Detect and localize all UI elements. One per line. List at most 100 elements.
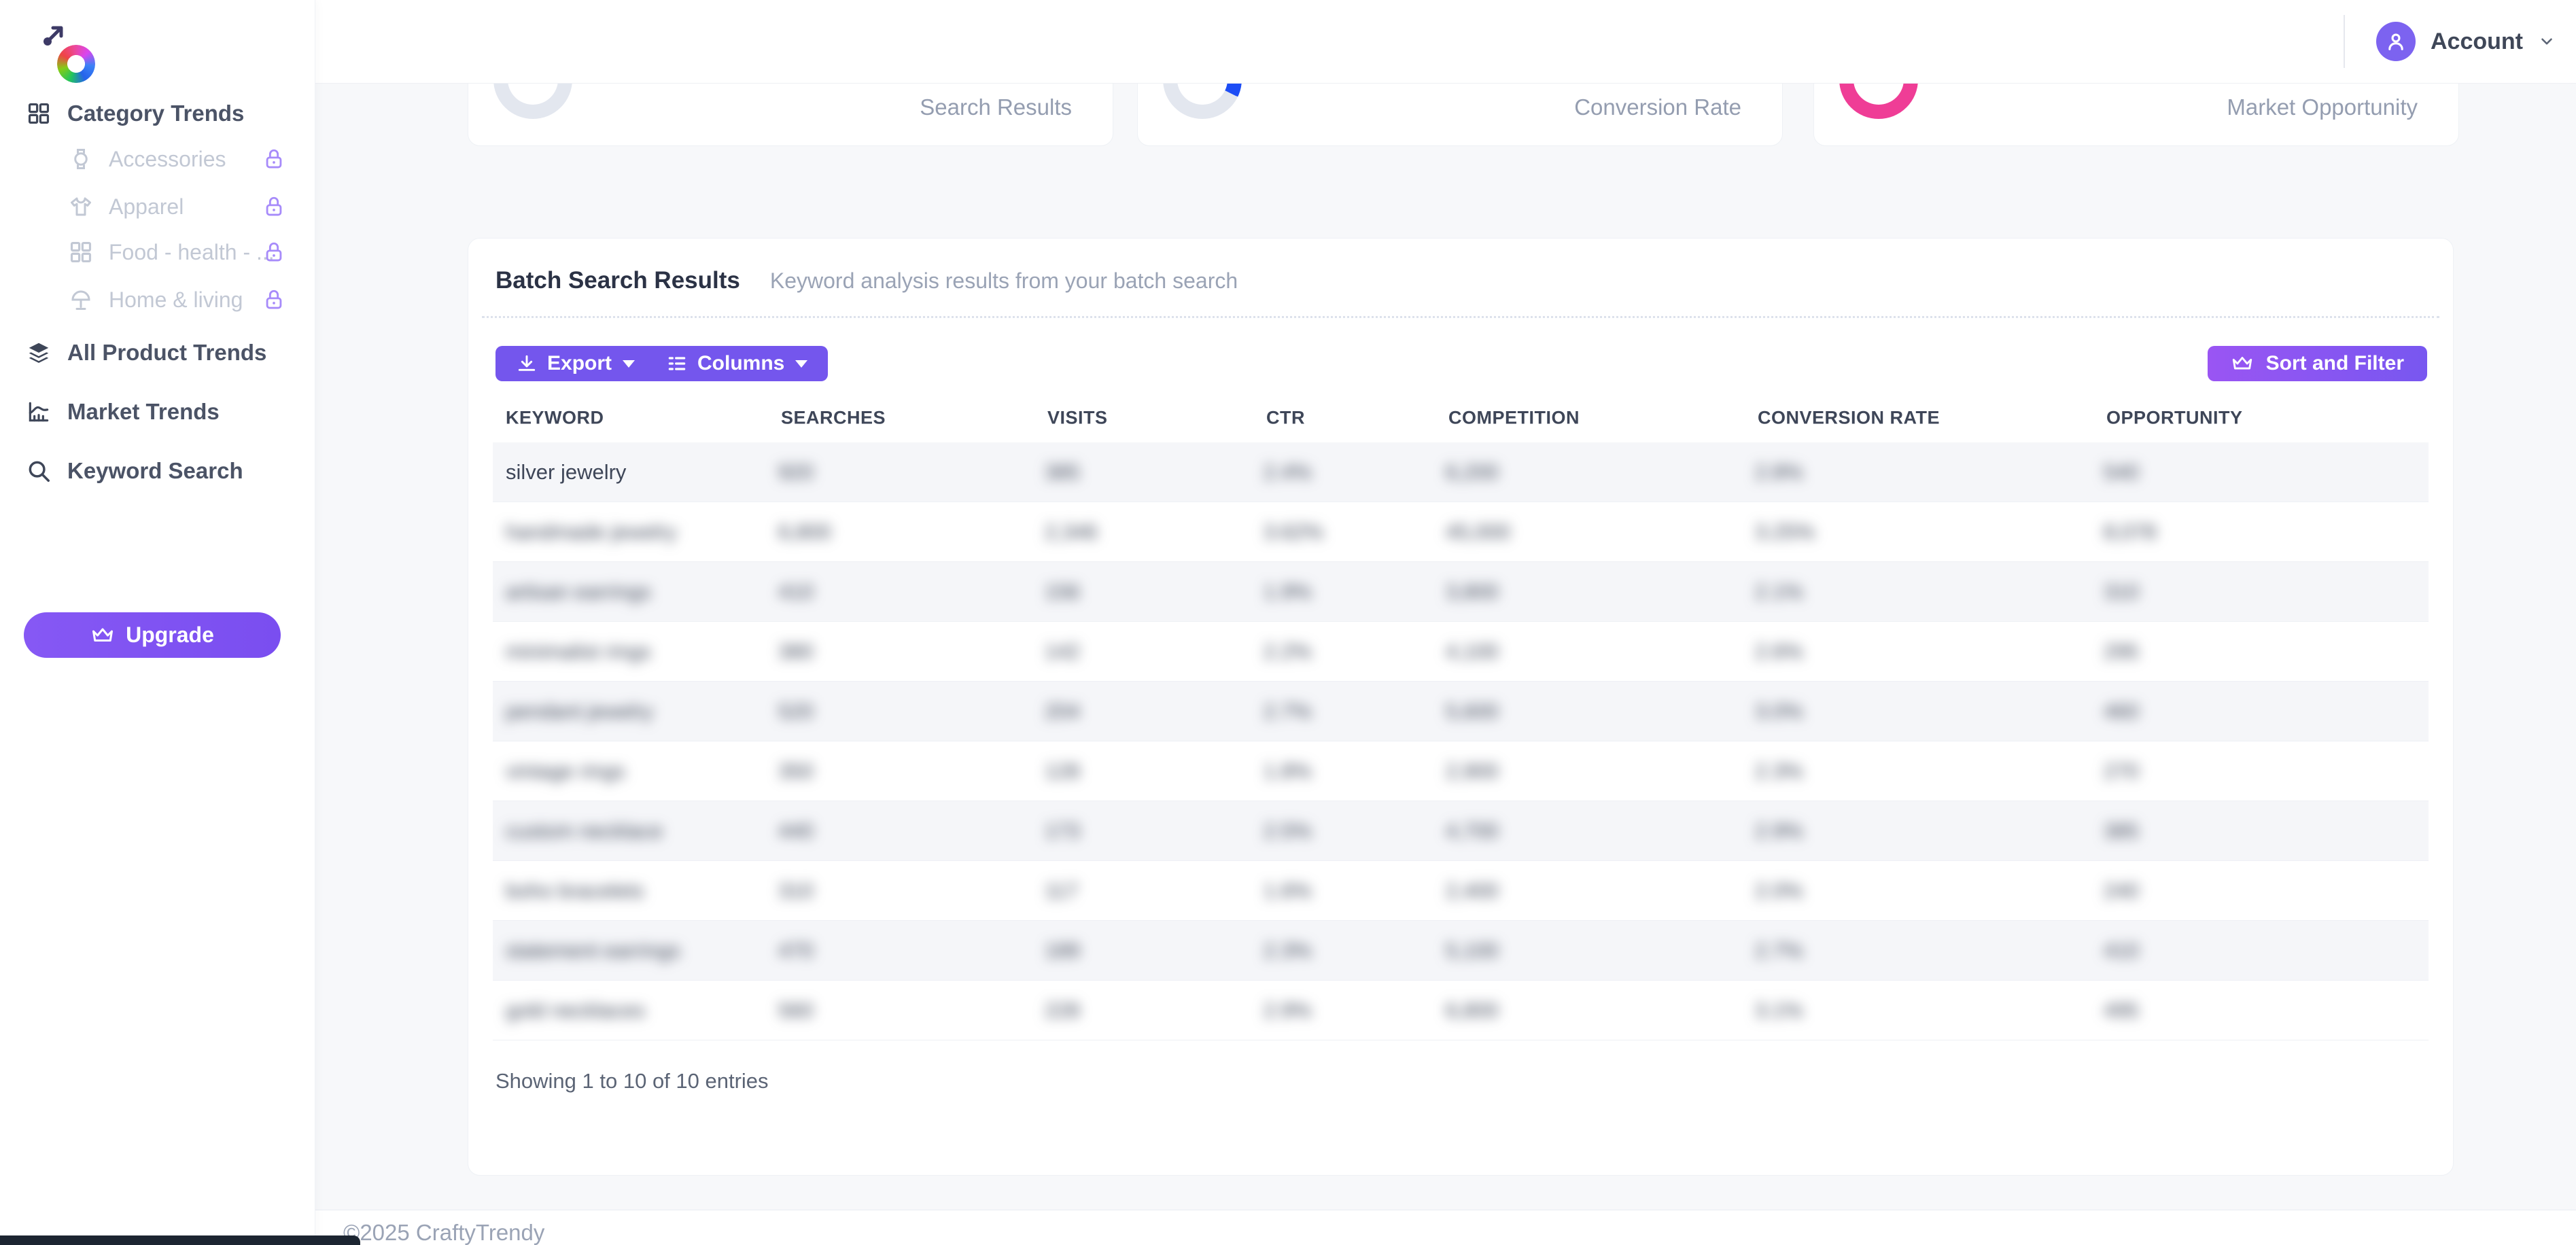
value-cell: 410 [778,580,814,604]
value-cell: 228 [1045,998,1080,1023]
table-body: silver jewelry9203852.4%6,2002.8%540hand… [471,442,2450,1040]
sort-and-filter-button[interactable]: Sort and Filter [2208,346,2427,381]
layers-icon [25,339,52,366]
columns-label: Columns [697,352,784,375]
shirt-icon [68,194,94,220]
column-header-competition: COMPETITION [1448,408,1580,429]
top-header-bar: Account [315,0,2576,83]
value-cell: 1.6% [1264,879,1312,903]
search-icon [25,457,52,485]
bottom-dark-bar [0,1235,360,1245]
sidebar-item-label: Home & living [109,287,243,313]
upgrade-label: Upgrade [126,622,214,648]
export-columns-button-group: Export Columns [495,346,828,381]
sidebar-item-accessories[interactable]: Accessories [0,140,315,178]
columns-button[interactable]: Columns [666,352,807,375]
crown-icon [2231,352,2254,375]
watch-icon [68,146,94,172]
sidebar-item-all-product-trends[interactable]: All Product Trends [0,334,315,372]
value-cell: 270 [2104,759,2139,784]
value-cell: 45,000 [1446,520,1510,544]
sidebar-item-label: Food - health - ... [109,240,275,265]
sidebar-item-label: Accessories [109,147,226,172]
stat-card-label: Search Results [920,94,1072,120]
lock-icon [262,147,285,171]
keyword-cell: gold necklaces [506,998,645,1023]
keyword-cell: statement earrings [506,939,680,963]
value-cell: 3.25% [1755,520,1815,544]
value-cell: 2,900 [1446,759,1499,784]
panel-subtitle: Keyword analysis results from your batch… [770,268,1238,294]
sidebar-item-label: Market Trends [67,399,220,425]
app-logo[interactable] [29,22,67,60]
lock-icon [262,195,285,218]
column-header-searches: SEARCHES [781,408,886,429]
value-cell: 117 [1045,879,1078,903]
value-cell: 385 [2104,819,2139,843]
upgrade-button[interactable]: Upgrade [24,612,281,658]
value-cell: 2,400 [1446,879,1499,903]
value-cell: 2.4% [1264,460,1312,485]
logo-arrow-icon [29,22,67,60]
chevron-down-icon [2538,33,2556,50]
app-root: Category Trends Accessories Apparel Food - … [0,0,2576,1245]
keyword-cell: handmade jewelry [506,520,677,544]
value-cell: 142 [1045,639,1080,664]
sidebar-item-apparel[interactable]: Apparel [0,188,315,226]
keyword-cell: custom necklace [506,819,663,843]
value-cell: 6,200 [1446,460,1499,485]
keyword-cell: boho bracelets [506,879,644,903]
column-header-ctr: CTR [1266,408,1305,429]
lamp-icon [68,287,94,313]
table-toolbar: Export Columns Sort and Filter [495,346,2427,381]
value-cell: 156 [1045,580,1080,604]
sidebar-item-label: Category Trends [67,101,244,126]
value-cell: 3.62% [1264,520,1323,544]
value-cell: 173 [1045,819,1080,843]
download-icon [516,353,538,374]
sidebar-item-market-trends[interactable]: Market Trends [0,393,315,431]
value-cell: 2.0% [1755,879,1803,903]
table-row: artisan earrings4101561.9%3,8002.1%310 [493,562,2429,622]
value-cell: 2,346 [1045,520,1098,544]
value-cell: 2.7% [1755,939,1803,963]
value-cell: 4,100 [1446,639,1499,664]
table-row: pendant jewelry5202042.7%5,6003.0%460 [493,682,2429,741]
value-cell: 4,700 [1446,819,1499,843]
account-label: Account [2431,29,2523,55]
sidebar: Category Trends Accessories Apparel Food - … [0,0,315,1245]
value-cell: 350 [778,759,814,784]
value-cell: 1.9% [1264,580,1312,604]
chevron-down-icon [795,360,807,368]
keyword-cell: artisan earrings [506,580,651,604]
sidebar-item-food-health[interactable]: Food - health - ... [0,233,315,271]
value-cell: 2.5% [1264,819,1312,843]
header-divider [2344,15,2345,68]
value-cell: 3,800 [1446,580,1499,604]
account-menu[interactable]: Account [2344,0,2556,83]
sidebar-item-keyword-search[interactable]: Keyword Search [0,452,315,490]
table-entries-summary: Showing 1 to 10 of 10 entries [495,1069,769,1093]
value-cell: 2.9% [1755,819,1803,843]
value-cell: 3.1% [1755,998,1803,1023]
table-row: vintage rings3501281.8%2,9002.3%270 [493,741,2429,801]
value-cell: 295 [2104,639,2139,664]
dotted-separator [482,316,2439,318]
keyword-cell: vintage rings [506,759,625,784]
chart-icon [25,398,52,425]
chevron-down-icon [623,360,635,368]
table-row: boho bracelets3101171.6%2,4002.0%240 [493,861,2429,921]
panel-header: Batch Search Results Keyword analysis re… [495,267,1238,294]
value-cell: 128 [1045,759,1080,784]
value-cell: 2.2% [1264,639,1312,664]
value-cell: 6,800 [778,520,831,544]
sidebar-item-home-living[interactable]: Home & living [0,281,315,319]
sidebar-item-category-trends[interactable]: Category Trends [0,94,315,133]
value-cell: 460 [2104,699,2139,724]
value-cell: 3.0% [1755,699,1803,724]
keyword-cell: pendant jewelry [506,699,653,724]
table-header-row: KEYWORDSEARCHESVISITSCTRCOMPETITIONCONVE… [495,399,2426,437]
value-cell: 495 [2104,998,2139,1023]
export-button[interactable]: Export [516,352,635,375]
value-cell: 2.9% [1264,998,1312,1023]
